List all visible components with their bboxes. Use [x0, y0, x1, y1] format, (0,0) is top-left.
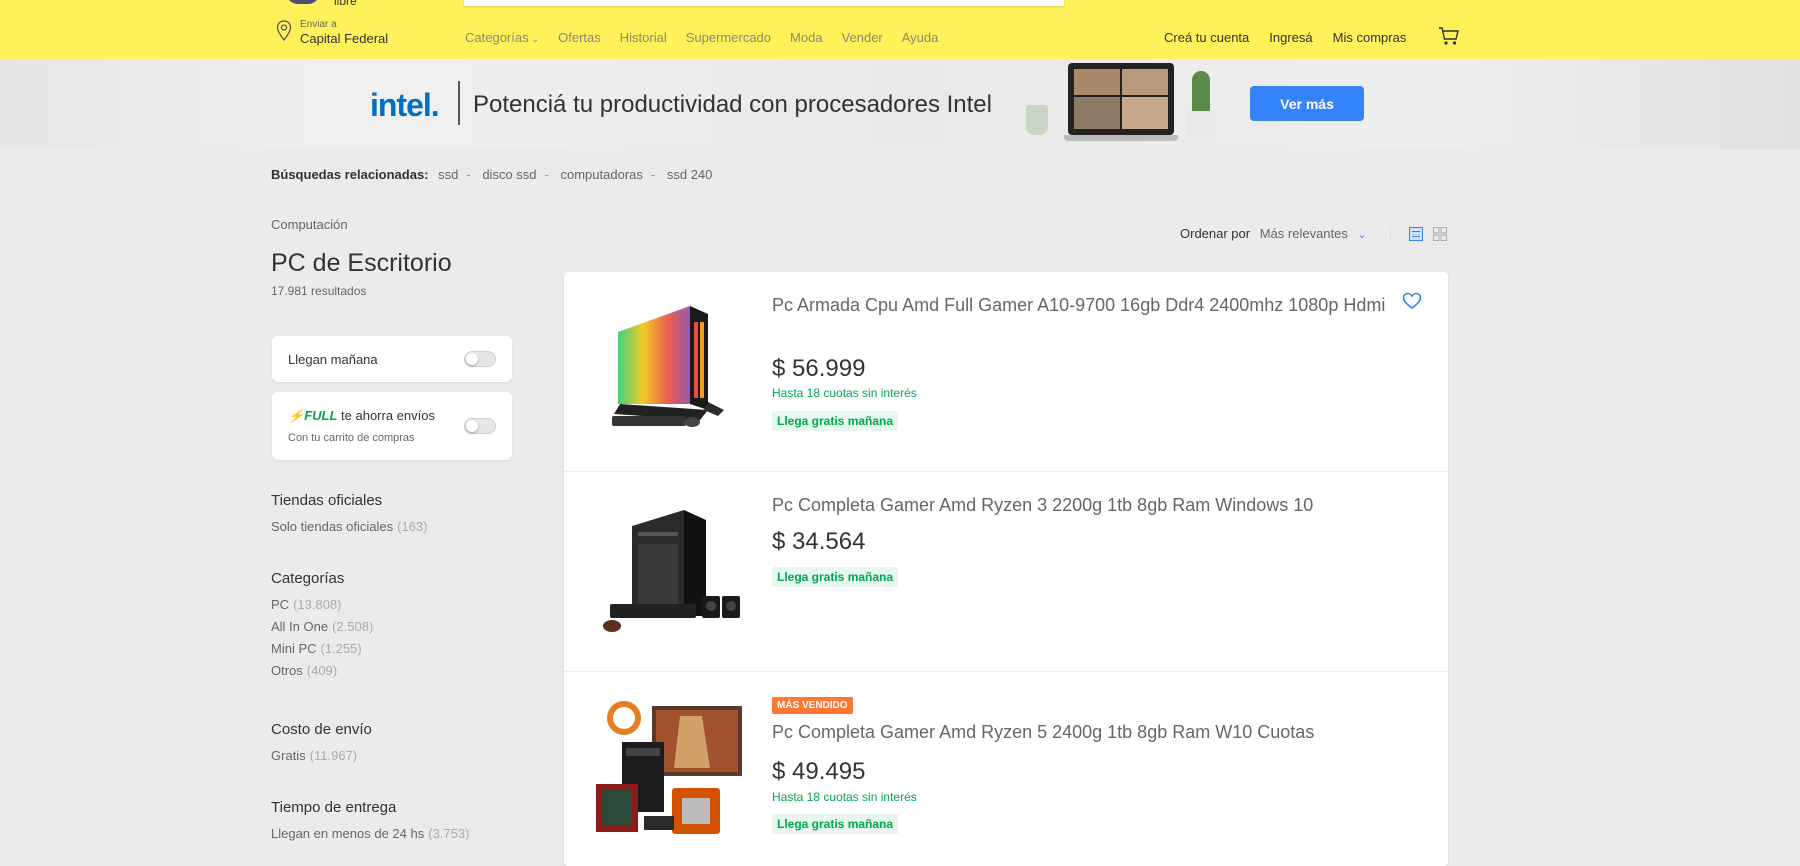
- gaming-pc-rgb-icon[interactable]: [590, 292, 750, 452]
- grid-view-icon[interactable]: [1433, 227, 1447, 241]
- full-label: te ahorra envíos: [341, 408, 435, 423]
- product-list: Pc Armada Cpu Amd Full Gamer A10-9700 16…: [564, 272, 1448, 866]
- mug-image: [1026, 105, 1048, 135]
- sort-control[interactable]: Ordenar por Más relevantes ⌄: [1180, 226, 1367, 241]
- nav-historial[interactable]: Historial: [620, 30, 667, 45]
- product-card[interactable]: MÁS VENDIDO Pc Completa Gamer Amd Ryzen …: [564, 672, 1448, 866]
- filter-categorias: Categorías PC (13.808) All In One (2.508) …: [271, 570, 373, 685]
- filter-option[interactable]: Llegan en menos de 24 hs (3.753): [271, 826, 469, 841]
- related-searches: Búsquedas relacionadas: ssd - disco ssd - …: [271, 167, 713, 182]
- divider: [1390, 226, 1391, 242]
- lightning-icon: ⚡: [288, 408, 305, 423]
- location-pin-icon: [276, 20, 292, 42]
- create-account-link[interactable]: Creá tu cuenta: [1164, 30, 1249, 45]
- related-link[interactable]: computadoras: [561, 167, 643, 182]
- product-card[interactable]: Pc Armada Cpu Amd Full Gamer A10-9700 16…: [564, 272, 1448, 472]
- product-price: $ 56.999: [772, 355, 866, 382]
- filter-tiendas: Tiendas oficiales Solo tiendas oficiales…: [271, 492, 428, 541]
- filter-full: ⚡FULL te ahorra envíos Con tu carrito de…: [272, 392, 512, 460]
- related-link[interactable]: ssd 240: [667, 167, 713, 182]
- chevron-down-icon: ⌄: [1357, 229, 1367, 241]
- filter-entrega: Tiempo de entrega Llegan en menos de 24 …: [271, 799, 469, 848]
- list-view-icon[interactable]: [1409, 227, 1423, 241]
- promo-banner[interactable]: intel. Potenciá tu productividad con pro…: [0, 59, 1800, 149]
- ver-mas-button[interactable]: Ver más: [1250, 86, 1364, 121]
- pot-image: [1186, 111, 1216, 137]
- llegan-manana-toggle[interactable]: [464, 351, 496, 367]
- main-nav: Categorías ⌄ Ofertas Historial Supermerca…: [465, 30, 957, 45]
- sort-value: Más relevantes: [1259, 226, 1348, 241]
- nav-supermercado[interactable]: Supermercado: [686, 30, 771, 45]
- page-title: PC de Escritorio: [271, 249, 452, 277]
- laptop-image: [1064, 63, 1178, 143]
- product-title[interactable]: Pc Completa Gamer Amd Ryzen 3 2200g 1tb …: [772, 493, 1392, 518]
- banner-headline: Potenciá tu productividad con procesador…: [473, 91, 992, 118]
- intel-logo: intel.: [370, 87, 440, 123]
- installments-text: Hasta 18 cuotas sin interés: [772, 790, 917, 804]
- product-card[interactable]: Pc Completa Gamer Amd Ryzen 3 2200g 1tb …: [564, 472, 1448, 672]
- filter-option[interactable]: Otros (409): [271, 663, 373, 678]
- favorite-heart-icon[interactable]: [1402, 292, 1422, 310]
- filter-envio: Costo de envío Gratis (11.967): [271, 721, 372, 770]
- cart-icon[interactable]: [1438, 26, 1460, 46]
- location-prefix: Enviar a: [300, 19, 337, 30]
- sort-label: Ordenar por: [1180, 226, 1251, 241]
- login-link[interactable]: Ingresá: [1269, 30, 1312, 45]
- filter-title: Categorías: [271, 570, 345, 587]
- header-bar: libre Enviar a Capital Federal Categoría…: [0, 0, 1800, 59]
- nav-ayuda[interactable]: Ayuda: [902, 30, 939, 45]
- shipping-badge: Llega gratis mañana: [772, 567, 899, 587]
- plant-image: [1192, 71, 1210, 113]
- full-toggle[interactable]: [464, 418, 496, 434]
- related-link[interactable]: disco ssd: [482, 167, 536, 182]
- nav-vender[interactable]: Vender: [842, 30, 883, 45]
- logo-icon[interactable]: [286, 0, 320, 4]
- full-sublabel: Con tu carrito de compras: [288, 432, 415, 444]
- location-city: Capital Federal: [300, 31, 389, 46]
- filter-option[interactable]: Gratis (11.967): [271, 748, 372, 763]
- related-link[interactable]: ssd: [438, 167, 458, 182]
- best-seller-badge: MÁS VENDIDO: [772, 697, 853, 714]
- nav-categorias[interactable]: Categorías ⌄: [465, 30, 539, 45]
- filter-option[interactable]: Mini PC (1.255): [271, 641, 373, 656]
- nav-moda[interactable]: Moda: [790, 30, 823, 45]
- results-count: 17.981 resultados: [271, 284, 367, 298]
- search-input[interactable]: [464, 0, 1064, 6]
- full-logo: ⚡FULL: [288, 408, 338, 423]
- shipping-badge: Llega gratis mañana: [772, 411, 899, 431]
- chevron-down-icon: ⌄: [531, 34, 540, 44]
- product-title[interactable]: Pc Armada Cpu Amd Full Gamer A10-9700 16…: [772, 293, 1392, 318]
- related-label: Búsquedas relacionadas:: [271, 167, 429, 182]
- filter-llegan-manana: Llegan mañana: [272, 336, 512, 382]
- product-price: $ 49.495: [772, 758, 866, 785]
- pc-tower-black-icon[interactable]: [590, 492, 750, 652]
- filter-title: Tiendas oficiales: [271, 492, 383, 509]
- nav-ofertas[interactable]: Ofertas: [558, 30, 601, 45]
- product-price: $ 34.564: [772, 528, 866, 555]
- filter-label: Llegan mañana: [288, 352, 378, 367]
- location-selector[interactable]: Enviar a Capital Federal: [276, 18, 406, 48]
- user-nav: Creá tu cuenta Ingresá Mis compras: [1164, 30, 1426, 45]
- banner-divider: [458, 81, 460, 125]
- product-title[interactable]: Pc Completa Gamer Amd Ryzen 5 2400g 1tb …: [772, 720, 1392, 745]
- logo-text: libre: [334, 0, 357, 8]
- breadcrumb[interactable]: Computación: [271, 217, 348, 232]
- pc-combo-ryzen-icon[interactable]: [590, 696, 750, 856]
- filter-option[interactable]: PC (13.808): [271, 597, 373, 612]
- filter-option[interactable]: Solo tiendas oficiales (163): [271, 519, 428, 534]
- shipping-badge: Llega gratis mañana: [772, 814, 899, 834]
- filter-option[interactable]: All In One (2.508): [271, 619, 373, 634]
- filter-title: Costo de envío: [271, 721, 372, 738]
- my-purchases-link[interactable]: Mis compras: [1333, 30, 1407, 45]
- filter-title: Tiempo de entrega: [271, 799, 397, 816]
- installments-text: Hasta 18 cuotas sin interés: [772, 386, 917, 400]
